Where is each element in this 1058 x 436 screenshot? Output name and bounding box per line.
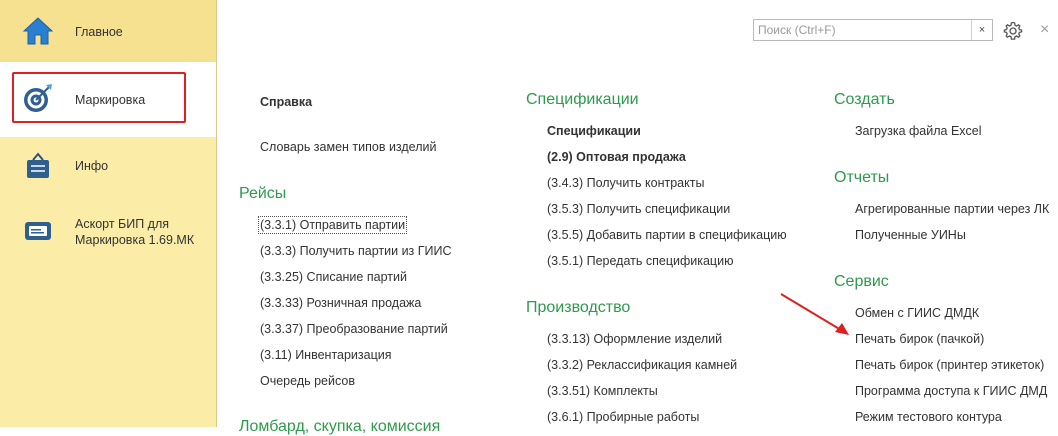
sidebar-item-label-line2: Маркировка 1.69.МК bbox=[75, 233, 195, 247]
link-print-tags-batch[interactable]: Печать бирок (пачкой) bbox=[855, 332, 984, 346]
link-get-specifications[interactable]: (3.5.3) Получить спецификации bbox=[547, 202, 730, 216]
link-exchange-giis[interactable]: Обмен с ГИИС ДМДК bbox=[855, 306, 979, 320]
link-load-excel[interactable]: Загрузка файла Excel bbox=[855, 124, 982, 138]
section-production: Производство bbox=[526, 299, 631, 316]
sidebar-item-label: Инфо bbox=[75, 159, 109, 173]
link-wholesale[interactable]: (2.9) Оптовая продажа bbox=[547, 150, 686, 164]
sidebar-item-label-line1: Аскорт БИП для bbox=[75, 217, 170, 231]
section-pawnshop: Ломбард, скупка, комиссия bbox=[239, 418, 441, 435]
link-add-batches-to-spec[interactable]: (3.5.5) Добавить партии в спецификацию bbox=[547, 228, 787, 242]
home-icon bbox=[22, 17, 54, 45]
link-giis-access-program[interactable]: Программа доступа к ГИИС ДМД bbox=[855, 384, 1047, 398]
link-help[interactable]: Справка bbox=[260, 95, 312, 109]
link-aggregated-batches[interactable]: Агрегированные партии через ЛК bbox=[855, 202, 1049, 216]
annotation-arrow bbox=[780, 293, 849, 335]
close-button[interactable]: × bbox=[1040, 22, 1049, 38]
section-specifications: Спецификации bbox=[526, 91, 639, 108]
link-replacement-dictionary[interactable]: Словарь замен типов изделий bbox=[260, 140, 436, 154]
search-input[interactable] bbox=[754, 20, 972, 40]
sidebar-item-home[interactable]: Главное bbox=[0, 0, 216, 62]
sidebar-item-info[interactable]: Инфо bbox=[0, 137, 216, 195]
gear-icon[interactable] bbox=[1003, 21, 1023, 41]
clear-search-button[interactable]: × bbox=[971, 20, 992, 40]
section-reports: Отчеты bbox=[834, 169, 890, 186]
sidebar-item-label: Аскорт БИП для Маркировка 1.69.МК bbox=[75, 216, 194, 248]
link-received-uins[interactable]: Полученные УИНы bbox=[855, 228, 966, 242]
search-box: × bbox=[753, 19, 993, 41]
sidebar-item-extension[interactable]: Аскорт БИП для Маркировка 1.69.МК bbox=[0, 200, 216, 260]
link-print-tags-label-printer[interactable]: Печать бирок (принтер этикеток) bbox=[855, 358, 1044, 372]
link-register-items[interactable]: (3.3.13) Оформление изделий bbox=[547, 332, 722, 346]
link-test-mode[interactable]: Режим тестового контура bbox=[855, 410, 1002, 424]
link-sets[interactable]: (3.3.51) Комплекты bbox=[547, 384, 658, 398]
info-bag-icon bbox=[27, 152, 49, 178]
link-trip-inventory[interactable]: (3.11) Инвентаризация bbox=[260, 348, 392, 362]
chat-icon bbox=[25, 222, 51, 240]
link-trip-retail-sale[interactable]: (3.3.33) Розничная продажа bbox=[260, 296, 421, 310]
link-specifications[interactable]: Спецификации bbox=[547, 124, 641, 138]
sidebar: Главное Маркировка Инфо Аскорт БИП для М… bbox=[0, 0, 217, 427]
link-assay-works[interactable]: (3.6.1) Пробирные работы bbox=[547, 410, 699, 424]
sidebar-item-label: Главное bbox=[75, 25, 123, 39]
link-trip-receive-batches[interactable]: (3.3.3) Получить партии из ГИИС bbox=[260, 244, 452, 258]
section-service: Сервис bbox=[834, 273, 889, 290]
link-trip-queue[interactable]: Очередь рейсов bbox=[260, 374, 355, 388]
link-trip-writeoff[interactable]: (3.3.25) Списание партий bbox=[260, 270, 407, 284]
highlight-box bbox=[12, 72, 186, 123]
section-create: Создать bbox=[834, 91, 895, 108]
link-send-specification[interactable]: (3.5.1) Передать спецификацию bbox=[547, 254, 733, 268]
section-trips: Рейсы bbox=[239, 185, 287, 202]
link-reclassify-stones[interactable]: (3.3.2) Реклассификация камней bbox=[547, 358, 737, 372]
link-trip-send-batches[interactable]: (3.3.1) Отправить партии bbox=[257, 216, 408, 234]
link-trip-transform[interactable]: (3.3.37) Преобразование партий bbox=[260, 322, 448, 336]
link-get-contracts[interactable]: (3.4.3) Получить контракты bbox=[547, 176, 704, 190]
